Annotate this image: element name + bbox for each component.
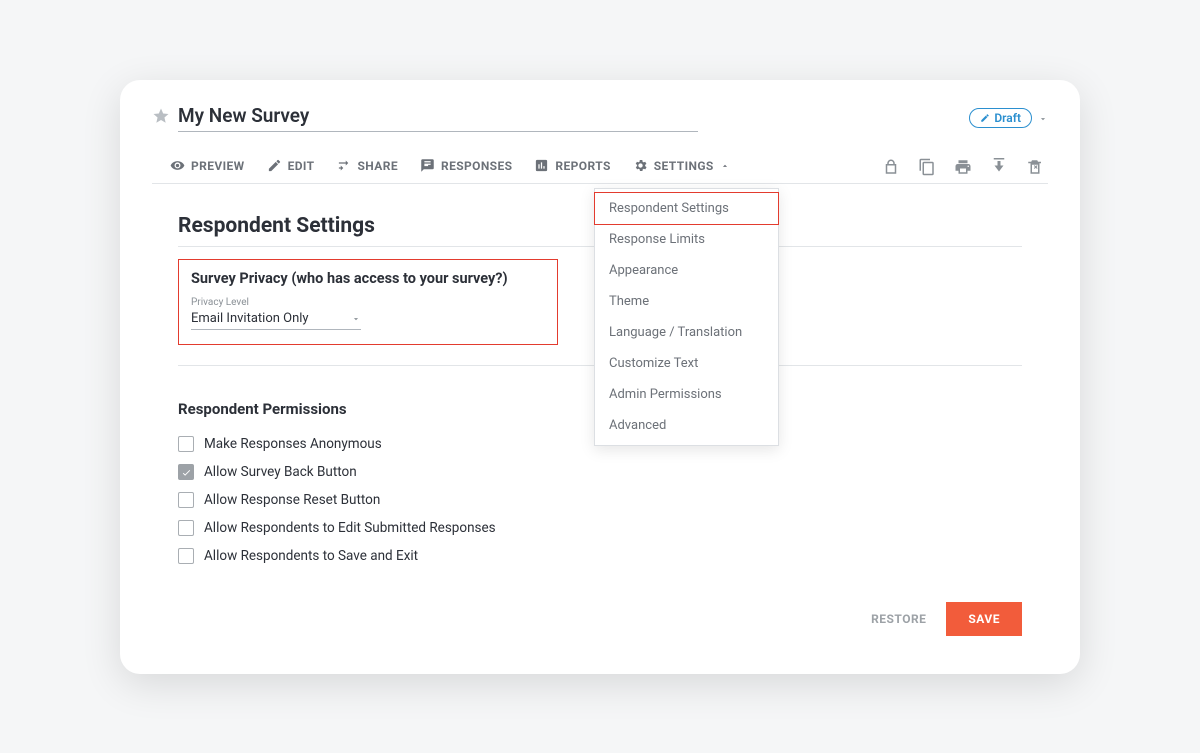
perm-edit-responses[interactable]: Allow Respondents to Edit Submitted Resp…	[178, 514, 1022, 542]
menu-admin-permissions[interactable]: Admin Permissions	[595, 379, 778, 410]
restore-button[interactable]: RESTORE	[871, 612, 926, 626]
responses-button[interactable]: RESPONSES	[420, 158, 512, 173]
reports-button[interactable]: REPORTS	[534, 158, 610, 173]
privacy-level-value: Email Invitation Only	[191, 311, 309, 326]
save-button[interactable]: SAVE	[946, 602, 1022, 636]
print-icon[interactable]	[954, 158, 972, 176]
share-icon	[337, 158, 352, 173]
toolbar: PREVIEW EDIT SHARE RESPONSES REPORTS SET…	[152, 150, 1048, 184]
perm-back-button[interactable]: Allow Survey Back Button	[178, 458, 1022, 486]
eye-icon	[170, 158, 185, 173]
responses-icon	[420, 158, 435, 173]
star-icon[interactable]	[152, 107, 170, 129]
survey-settings-window: My New Survey Draft PREVIEW EDIT	[120, 80, 1080, 674]
footer: RESTORE SAVE	[178, 602, 1022, 636]
survey-title[interactable]: My New Survey	[178, 104, 698, 132]
lock-icon[interactable]	[882, 158, 900, 176]
perm-label: Make Responses Anonymous	[204, 436, 382, 452]
privacy-section-title: Survey Privacy (who has access to your s…	[191, 270, 545, 287]
chart-icon	[534, 158, 549, 173]
perm-label: Allow Survey Back Button	[204, 464, 357, 480]
settings-dropdown: Respondent Settings Response Limits Appe…	[594, 188, 779, 446]
survey-privacy-section: Survey Privacy (who has access to your s…	[178, 259, 558, 345]
pencil-icon	[267, 158, 282, 173]
privacy-field-label: Privacy Level	[191, 297, 545, 308]
menu-language[interactable]: Language / Translation	[595, 317, 778, 348]
download-icon[interactable]	[990, 158, 1008, 176]
permissions-list: Make Responses Anonymous Allow Survey Ba…	[178, 430, 1022, 570]
menu-theme[interactable]: Theme	[595, 286, 778, 317]
copy-icon[interactable]	[918, 158, 936, 176]
perm-label: Allow Respondents to Edit Submitted Resp…	[204, 520, 496, 536]
edit-button[interactable]: EDIT	[267, 158, 315, 173]
share-button[interactable]: SHARE	[337, 158, 398, 173]
checkbox-checked[interactable]	[178, 464, 194, 480]
menu-appearance[interactable]: Appearance	[595, 255, 778, 286]
toolbar-left: PREVIEW EDIT SHARE RESPONSES REPORTS SET…	[152, 150, 730, 183]
preview-button[interactable]: PREVIEW	[170, 158, 245, 173]
caret-up-icon	[720, 161, 730, 171]
menu-response-limits[interactable]: Response Limits	[595, 224, 778, 255]
checkbox[interactable]	[178, 548, 194, 564]
status-label: Draft	[994, 111, 1021, 125]
title-group: My New Survey	[152, 104, 698, 132]
menu-respondent-settings[interactable]: Respondent Settings	[594, 192, 779, 225]
status-group: Draft	[969, 108, 1048, 128]
gear-icon	[633, 158, 648, 173]
delete-icon[interactable]	[1026, 158, 1044, 176]
toolbar-right	[882, 158, 1048, 176]
perm-label: Allow Respondents to Save and Exit	[204, 548, 418, 564]
status-caret-icon[interactable]	[1038, 109, 1048, 128]
perm-label: Allow Response Reset Button	[204, 492, 380, 508]
status-badge[interactable]: Draft	[969, 108, 1032, 128]
menu-advanced[interactable]: Advanced	[595, 410, 778, 441]
perm-reset-button[interactable]: Allow Response Reset Button	[178, 486, 1022, 514]
perm-save-exit[interactable]: Allow Respondents to Save and Exit	[178, 542, 1022, 570]
checkbox[interactable]	[178, 436, 194, 452]
privacy-level-select[interactable]: Email Invitation Only	[191, 308, 361, 330]
checkbox[interactable]	[178, 520, 194, 536]
menu-customize-text[interactable]: Customize Text	[595, 348, 778, 379]
header: My New Survey Draft	[152, 104, 1048, 136]
settings-button[interactable]: SETTINGS	[633, 158, 730, 173]
chevron-down-icon	[351, 314, 361, 324]
checkbox[interactable]	[178, 492, 194, 508]
